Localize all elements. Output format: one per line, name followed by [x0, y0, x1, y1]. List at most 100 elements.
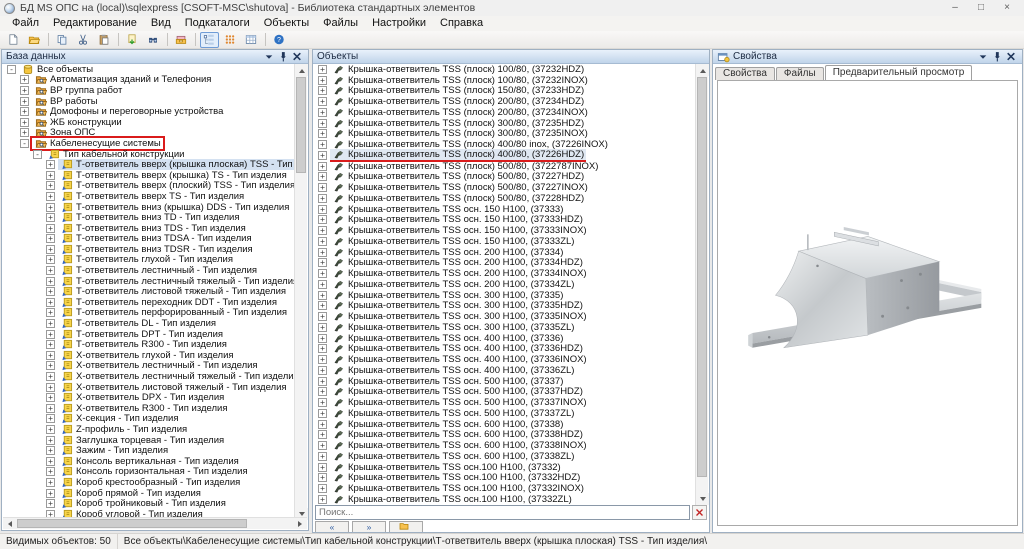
minimize-button[interactable]: –: [942, 1, 968, 15]
object-expander[interactable]: +: [318, 215, 327, 224]
tree-expander[interactable]: +: [46, 404, 55, 413]
tree-expander[interactable]: +: [46, 234, 55, 243]
toolbar-grid-view-button[interactable]: [221, 32, 240, 48]
tree-expander[interactable]: +: [46, 393, 55, 402]
tree-expander[interactable]: +: [46, 340, 55, 349]
tree-horizontal-scrollbar[interactable]: [3, 517, 307, 529]
object-expander[interactable]: +: [318, 387, 327, 396]
tree-item[interactable]: +Х-секция - Тип изделия: [3, 414, 294, 425]
tree-item[interactable]: +Короб прямой - Тип изделия: [3, 488, 294, 499]
object-expander[interactable]: +: [318, 86, 327, 95]
tree-expander[interactable]: +: [46, 446, 55, 455]
object-expander[interactable]: +: [318, 301, 327, 310]
object-expander[interactable]: +: [318, 129, 327, 138]
nav-folder-button[interactable]: [389, 521, 423, 532]
object-list-item[interactable]: +Крышка-ответвитель TSS осн. 300 H100, (…: [314, 301, 695, 312]
object-expander[interactable]: +: [318, 172, 327, 181]
tree-expander[interactable]: +: [46, 224, 55, 233]
tree-expander[interactable]: +: [20, 75, 29, 84]
tree-item[interactable]: +Х-ответвитель листовой тяжелый - Тип из…: [3, 382, 294, 393]
object-expander[interactable]: +: [318, 226, 327, 235]
scroll-up-button[interactable]: [696, 64, 709, 76]
menu-item[interactable]: Редактирование: [46, 16, 144, 31]
menu-item[interactable]: Объекты: [257, 16, 316, 31]
object-expander[interactable]: +: [318, 420, 327, 429]
toolbar-help-button[interactable]: ?: [270, 32, 289, 48]
object-list-item[interactable]: +Крышка-ответвитель TSS осн. 500 H100, (…: [314, 376, 695, 387]
tree-expander[interactable]: -: [7, 65, 16, 74]
object-expander[interactable]: +: [318, 280, 327, 289]
object-list-item[interactable]: +Крышка-ответвитель TSS (плоск) 100/80, …: [314, 64, 695, 75]
object-list-item[interactable]: +Крышка-ответвитель TSS осн.100 H100, (3…: [314, 483, 695, 494]
object-list-item[interactable]: +Крышка-ответвитель TSS осн. 600 H100, (…: [314, 451, 695, 462]
object-list-item[interactable]: +Крышка-ответвитель TSS (плоск) 500/80, …: [314, 172, 695, 183]
tree-item[interactable]: +Т-ответвитель вверх (плоский) TSS - Тип…: [3, 181, 294, 192]
object-list-item[interactable]: +Крышка-ответвитель TSS осн. 400 H100, (…: [314, 354, 695, 365]
objects-vertical-scrollbar[interactable]: [695, 64, 708, 505]
menu-item[interactable]: Подкаталоги: [178, 16, 257, 31]
object-list-item[interactable]: +Крышка-ответвитель TSS (плоск) 300/80, …: [314, 118, 695, 129]
object-list-item[interactable]: +Крышка-ответвитель TSS осн. 200 H100, (…: [314, 279, 695, 290]
object-expander[interactable]: +: [318, 291, 327, 300]
object-expander[interactable]: +: [318, 258, 327, 267]
tree-item[interactable]: +Т-ответвитель вверх TS - Тип изделия: [3, 191, 294, 202]
toolbar-archive-button[interactable]: [172, 32, 191, 48]
scrollbar-thumb[interactable]: [697, 77, 707, 477]
object-list-item[interactable]: +Крышка-ответвитель TSS осн. 150 H100, (…: [314, 215, 695, 226]
tree-item[interactable]: +Т-ответвитель вниз (крышка) DDS - Тип и…: [3, 202, 294, 213]
tree-item[interactable]: +Т-ответвитель DL - Тип изделия: [3, 318, 294, 329]
object-list-item[interactable]: +Крышка-ответвитель TSS осн. 300 H100, (…: [314, 311, 695, 322]
object-list-item[interactable]: +Крышка-ответвитель TSS осн. 600 H100, (…: [314, 440, 695, 451]
tree-expander[interactable]: +: [46, 457, 55, 466]
object-expander[interactable]: +: [318, 366, 327, 375]
maximize-button[interactable]: □: [968, 1, 994, 15]
toolbar-import-object-button[interactable]: [123, 32, 142, 48]
scroll-up-button[interactable]: [295, 64, 308, 76]
close-button[interactable]: ×: [994, 1, 1020, 15]
tree-expander[interactable]: +: [46, 351, 55, 360]
tree-item[interactable]: +Автоматизация зданий и Телефония: [3, 75, 294, 86]
tree-expander[interactable]: +: [46, 203, 55, 212]
tree-item[interactable]: +Т-ответвитель вниз TD - Тип изделия: [3, 212, 294, 223]
object-expander[interactable]: +: [318, 312, 327, 321]
scrollbar-thumb[interactable]: [17, 519, 247, 528]
object-expander[interactable]: +: [318, 495, 327, 504]
object-expander[interactable]: +: [318, 344, 327, 353]
object-list-item[interactable]: +Крышка-ответвитель TSS (плоск) 500/80, …: [314, 182, 695, 193]
object-expander[interactable]: +: [318, 140, 327, 149]
tab-properties[interactable]: Свойства: [715, 67, 775, 80]
tree-expander[interactable]: +: [20, 86, 29, 95]
object-list-item[interactable]: +Крышка-ответвитель TSS (плоск) 500/80, …: [314, 161, 695, 172]
menu-item[interactable]: Файл: [5, 16, 46, 31]
panel-chevron-down-button[interactable]: [977, 51, 990, 63]
object-list-item[interactable]: +Крышка-ответвитель TSS осн. 500 H100, (…: [314, 408, 695, 419]
clear-search-button[interactable]: [692, 505, 707, 520]
tree-item[interactable]: +Х-ответвитель лестничный - Тип изделия: [3, 361, 294, 372]
tree-item[interactable]: +Домофоны и переговорные устройства: [3, 106, 294, 117]
object-expander[interactable]: +: [318, 237, 327, 246]
object-expander[interactable]: +: [318, 151, 327, 160]
toolbar-find-button[interactable]: [144, 32, 163, 48]
object-list-item[interactable]: +Крышка-ответвитель TSS осн.100 H100, (3…: [314, 473, 695, 484]
object-expander[interactable]: +: [318, 65, 327, 74]
object-expander[interactable]: +: [318, 119, 327, 128]
object-expander[interactable]: +: [318, 76, 327, 85]
tree-expander[interactable]: +: [46, 277, 55, 286]
object-expander[interactable]: +: [318, 398, 327, 407]
scrollbar-thumb[interactable]: [296, 77, 306, 173]
object-list-item[interactable]: +Крышка-ответвитель TSS осн. 150 H100, (…: [314, 204, 695, 215]
tree-expander[interactable]: +: [46, 467, 55, 476]
toolbar-table-view-button[interactable]: [242, 32, 261, 48]
object-expander[interactable]: +: [318, 409, 327, 418]
tree-item[interactable]: +Зона ОПС: [3, 128, 294, 139]
object-expander[interactable]: +: [318, 248, 327, 257]
object-expander[interactable]: +: [318, 269, 327, 278]
tree-item[interactable]: +Заглушка торцевая - Тип изделия: [3, 435, 294, 446]
tree-item[interactable]: +ЖБ конструкции: [3, 117, 294, 128]
object-list-item[interactable]: +Крышка-ответвитель TSS (плоск) 100/80, …: [314, 75, 695, 86]
tree-item[interactable]: +ВР работы: [3, 96, 294, 107]
toolbar-tree-view-button[interactable]: [200, 32, 219, 48]
object-list-item[interactable]: +Крышка-ответвитель TSS осн. 600 H100, (…: [314, 419, 695, 430]
tree-item[interactable]: +Т-ответвитель лестничный - Тип изделия: [3, 265, 294, 276]
object-list-item[interactable]: +Крышка-ответвитель TSS (плоск) 200/80, …: [314, 96, 695, 107]
